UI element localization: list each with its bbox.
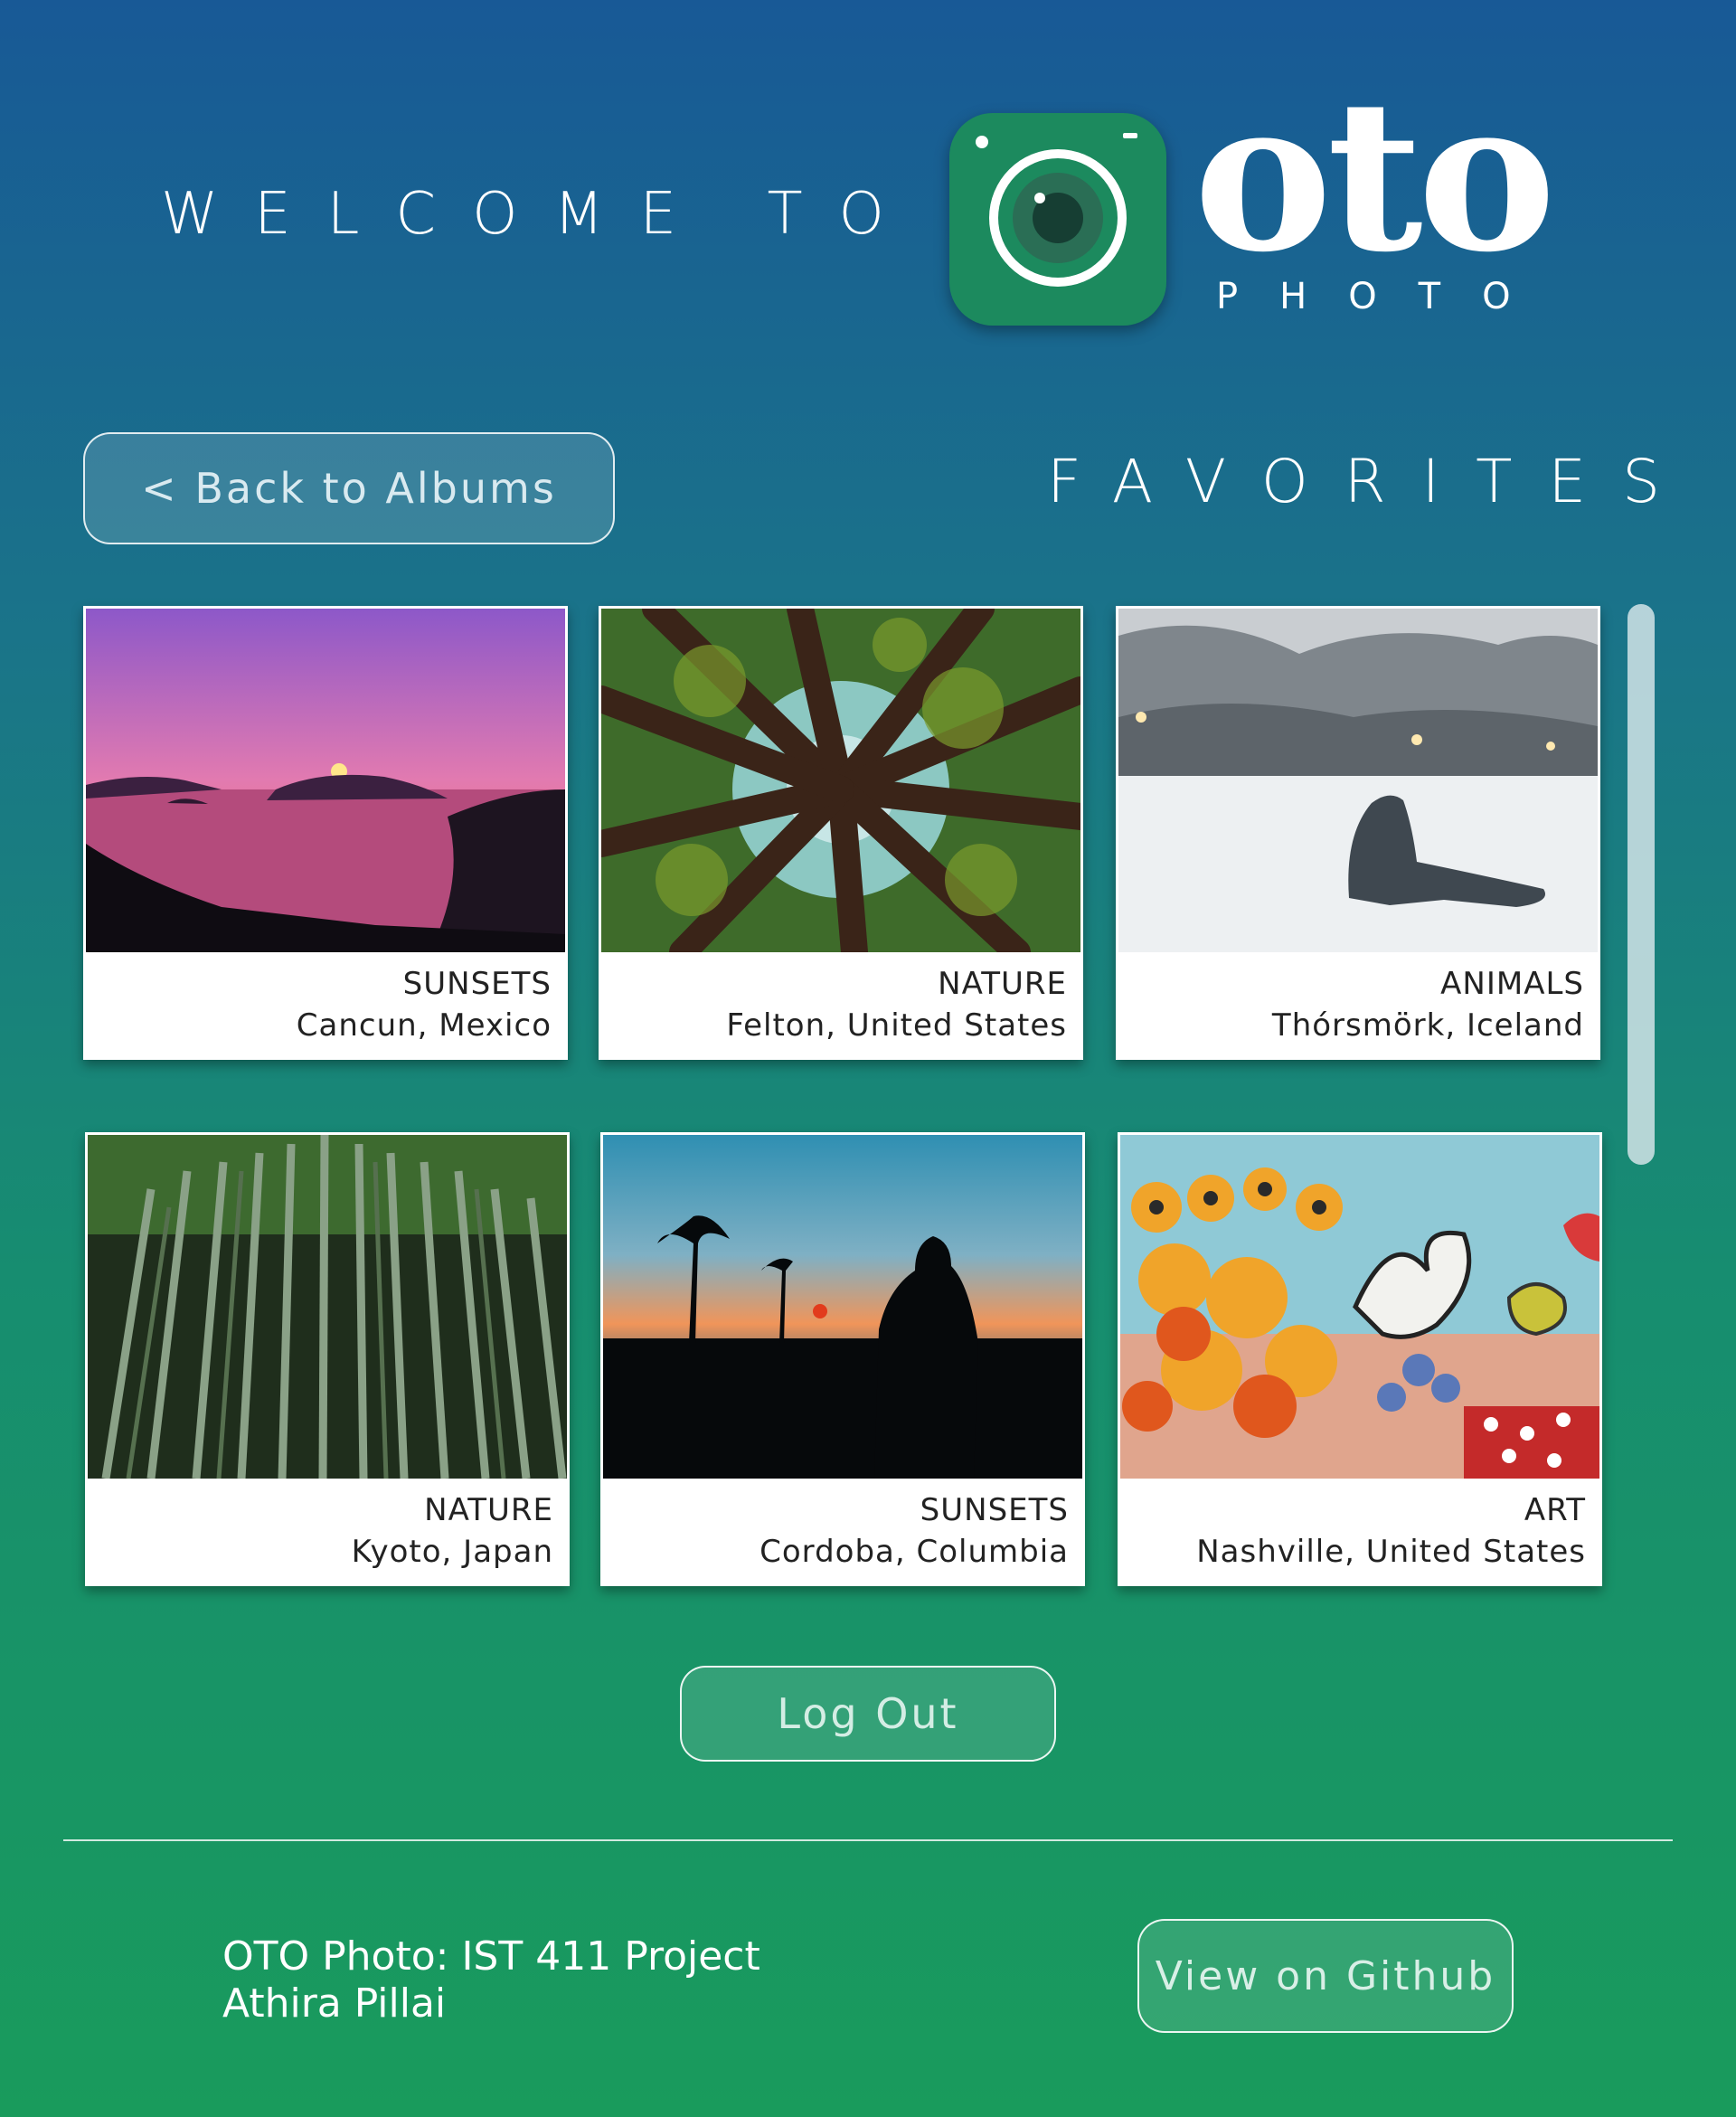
back-to-albums-button[interactable]: < Back to Albums xyxy=(83,432,615,544)
view-on-github-button[interactable]: View on Github xyxy=(1137,1919,1514,2033)
photo-location: Cancun, Mexico xyxy=(296,1007,552,1044)
photo-thumbnail-flower-painting[interactable] xyxy=(1120,1135,1599,1479)
photo-thumbnail-arctic-fox[interactable] xyxy=(1118,609,1598,952)
photo-location: Kyoto, Japan xyxy=(351,1534,553,1570)
photo-location: Thórsmörk, Iceland xyxy=(1271,1007,1584,1044)
photo-card[interactable]: NATURE Kyoto, Japan xyxy=(85,1132,570,1586)
photo-location: Felton, United States xyxy=(726,1007,1067,1044)
footer-author: Athira Pillai xyxy=(222,1980,447,2027)
photo-category: ANIMALS xyxy=(1440,966,1584,1002)
photo-thumbnail-forest-canopy[interactable] xyxy=(601,609,1080,952)
logo-wordmark: oto xyxy=(1194,54,1556,298)
camera-icon xyxy=(949,113,1166,326)
logo-subtext: PHOTO xyxy=(1216,276,1552,317)
photo-card[interactable]: NATURE Felton, United States xyxy=(599,606,1083,1060)
photo-card[interactable]: ANIMALS Thórsmörk, Iceland xyxy=(1116,606,1600,1060)
photo-category: SUNSETS xyxy=(402,966,552,1002)
photo-card[interactable]: SUNSETS Cancun, Mexico xyxy=(83,606,568,1060)
welcome-heading: WELCOME TO xyxy=(161,181,920,248)
logout-button[interactable]: Log Out xyxy=(680,1666,1056,1762)
photo-thumbnail-sunset-sea[interactable] xyxy=(86,609,565,952)
footer-divider xyxy=(63,1839,1673,1841)
photo-category: SUNSETS xyxy=(920,1492,1069,1528)
scrollbar-thumb[interactable] xyxy=(1628,604,1655,1165)
page-title: FAVORITES xyxy=(1047,447,1697,516)
photo-location: Cordoba, Columbia xyxy=(760,1534,1069,1570)
photo-card[interactable]: ART Nashville, United States xyxy=(1118,1132,1602,1586)
photo-location: Nashville, United States xyxy=(1196,1534,1586,1570)
photo-category: ART xyxy=(1524,1492,1586,1528)
photo-thumbnail-bamboo-forest[interactable] xyxy=(88,1135,567,1479)
photo-category: NATURE xyxy=(424,1492,553,1528)
photo-card[interactable]: SUNSETS Cordoba, Columbia xyxy=(600,1132,1085,1586)
photo-thumbnail-silhouette-sunset[interactable] xyxy=(603,1135,1082,1479)
photo-category: NATURE xyxy=(938,966,1067,1002)
footer-project-title: OTO Photo: IST 411 Project xyxy=(222,1933,760,1980)
